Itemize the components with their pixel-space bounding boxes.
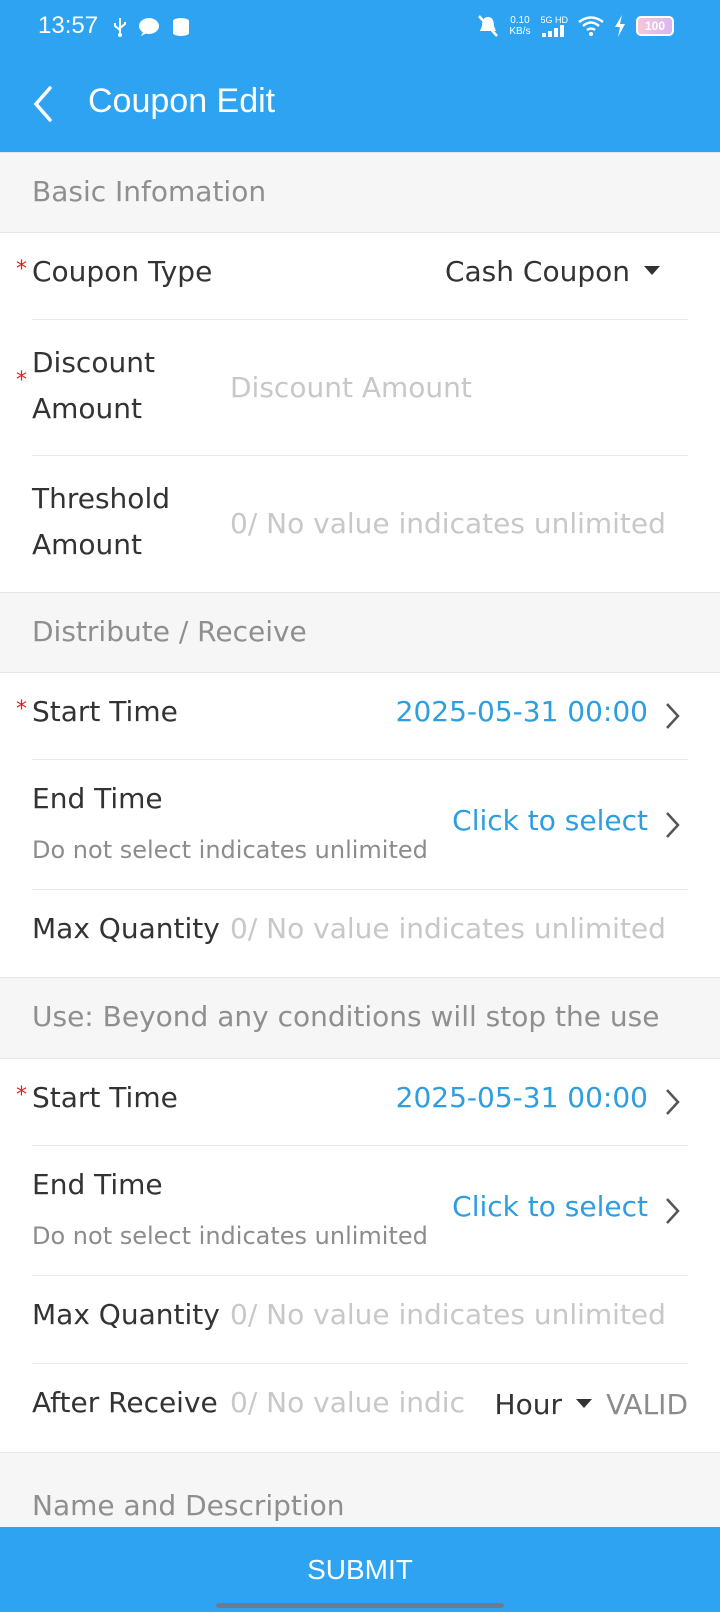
cell-signal: 5G HD — [540, 15, 568, 37]
end-time-value[interactable]: Click to select — [452, 804, 648, 837]
status-bar: 13:57 0.10 KB/s 5G HD 100 — [0, 0, 720, 56]
status-right-icons: 0.10 KB/s 5G HD 100 — [477, 14, 674, 38]
after-receive-suffix: VALID — [606, 1388, 688, 1421]
distribute-max-quantity-row: Max Quantity 0/ No value indicates unlim… — [0, 890, 720, 977]
discount-amount-label-line2: Amount — [32, 392, 143, 425]
required-mark: * — [16, 257, 27, 282]
end-time-hint: Do not select indicates unlimited — [32, 1222, 428, 1250]
discount-amount-label: Discount Amount — [32, 340, 155, 432]
section-label: Basic Infomation — [32, 175, 267, 208]
after-receive-row: After Receive 0/ No value indicates unli… — [0, 1364, 720, 1452]
coupon-type-select[interactable]: Cash Coupon — [445, 255, 660, 288]
signal-bars-icon — [542, 25, 565, 37]
end-time-hint: Do not select indicates unlimited — [32, 836, 428, 864]
dropdown-caret-icon — [576, 1398, 592, 1408]
threshold-amount-label: Threshold Amount — [32, 476, 170, 568]
max-quantity-label: Max Quantity — [32, 912, 220, 945]
distribute-start-time-row[interactable]: * Start Time 2025-05-31 00:00 — [0, 673, 720, 760]
charging-icon — [615, 15, 625, 37]
home-indicator — [216, 1603, 504, 1608]
threshold-amount-label-line2: Amount — [32, 528, 143, 561]
max-quantity-input[interactable]: 0/ No value indicates unlimited — [230, 912, 690, 945]
net-speed-unit: KB/s — [509, 26, 531, 37]
end-time-label: End Time — [32, 782, 163, 815]
coupon-type-row[interactable]: * Coupon Type Cash Coupon — [0, 233, 720, 320]
distribute-end-time-row[interactable]: End Time Do not select indicates unlimit… — [0, 760, 720, 890]
section-label: Name and Description — [32, 1489, 345, 1522]
chevron-right-icon — [666, 812, 680, 838]
end-time-label: End Time — [32, 1168, 163, 1201]
status-time: 13:57 — [38, 12, 99, 39]
mute-bell-icon — [478, 15, 499, 37]
threshold-amount-label-line1: Threshold — [32, 482, 170, 515]
required-mark: * — [16, 1083, 27, 1108]
discount-amount-label-line1: Discount — [32, 346, 155, 379]
net-speed: 0.10 KB/s — [509, 15, 530, 37]
required-mark: * — [16, 697, 27, 722]
max-quantity-label: Max Quantity — [32, 1298, 220, 1331]
chevron-right-icon — [666, 1198, 680, 1224]
threshold-amount-row: Threshold Amount 0/ No value indicates u… — [0, 456, 720, 592]
section-label: Use: Beyond any conditions will stop the… — [32, 1000, 660, 1033]
after-receive-label: After Receive — [32, 1386, 218, 1419]
required-mark: * — [16, 368, 27, 393]
discount-amount-input[interactable]: Discount Amount — [230, 371, 670, 404]
section-name-description: Name and Description — [0, 1452, 720, 1532]
section-basic-info: Basic Infomation — [0, 152, 720, 233]
battery-level: 100 — [644, 19, 666, 33]
net-speed-value: 0.10 — [510, 15, 530, 26]
chevron-right-icon — [666, 703, 680, 729]
start-time-value[interactable]: 2025-05-31 00:00 — [396, 1081, 648, 1114]
usb-icon — [114, 18, 126, 37]
after-receive-unit-value: Hour — [494, 1388, 562, 1421]
section-label: Distribute / Receive — [32, 615, 307, 648]
chevron-right-icon — [666, 1089, 680, 1115]
use-start-time-row[interactable]: * Start Time 2025-05-31 00:00 — [0, 1059, 720, 1146]
max-quantity-input[interactable]: 0/ No value indicates unlimited — [230, 1298, 690, 1331]
start-time-label: Start Time — [32, 1081, 178, 1114]
section-use: Use: Beyond any conditions will stop the… — [0, 977, 720, 1059]
status-left-icons — [112, 16, 192, 38]
use-end-time-row[interactable]: End Time Do not select indicates unlimit… — [0, 1146, 720, 1276]
message-icon — [139, 18, 159, 36]
discount-amount-row: * Discount Amount Discount Amount — [0, 320, 720, 456]
dropdown-caret-icon — [644, 265, 660, 275]
signal-label: 5G HD — [540, 15, 568, 25]
after-receive-unit-select[interactable]: Hour — [495, 1388, 592, 1421]
app-bar: Coupon Edit — [0, 56, 720, 152]
after-receive-input[interactable]: 0/ No value indicates unlimited — [230, 1386, 464, 1419]
wifi-icon — [578, 16, 604, 36]
storage-icon — [173, 18, 189, 36]
use-max-quantity-row: Max Quantity 0/ No value indicates unlim… — [0, 1276, 720, 1364]
start-time-value[interactable]: 2025-05-31 00:00 — [396, 695, 648, 728]
coupon-type-value: Cash Coupon — [444, 255, 630, 288]
page-title: Coupon Edit — [88, 82, 276, 120]
coupon-type-label: Coupon Type — [32, 255, 213, 288]
section-distribute: Distribute / Receive — [0, 592, 720, 673]
battery: 100 — [636, 16, 674, 36]
submit-button[interactable]: SUBMIT — [0, 1527, 720, 1612]
threshold-amount-input[interactable]: 0/ No value indicates unlimited — [230, 507, 690, 540]
back-arrow-icon[interactable] — [24, 80, 64, 128]
end-time-value[interactable]: Click to select — [452, 1190, 648, 1223]
start-time-label: Start Time — [32, 695, 178, 728]
